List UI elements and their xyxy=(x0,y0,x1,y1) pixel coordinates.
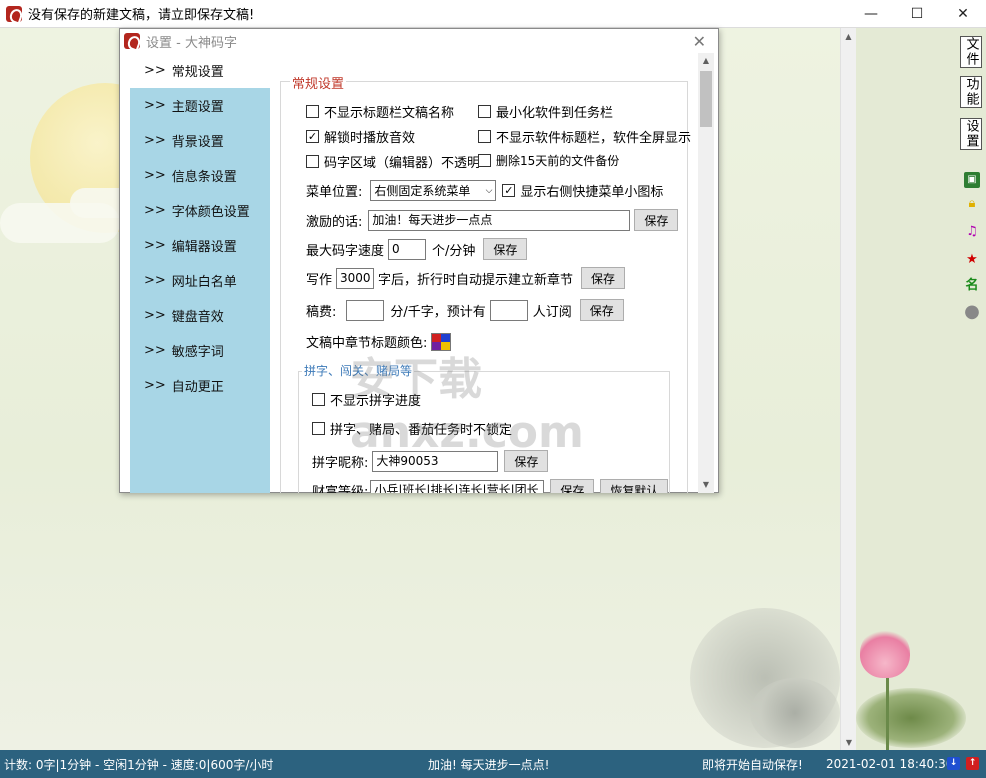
nav-item-url-whitelist[interactable]: >> 网址白名单 xyxy=(130,263,270,298)
option-hide-title-name[interactable]: 不显示标题栏文稿名称 xyxy=(306,102,454,121)
name-icon[interactable]: 名 xyxy=(964,278,980,294)
lock-icon[interactable]: 🔒︎ xyxy=(964,196,980,212)
motto-status: 加油! 每天进步一点点! xyxy=(428,757,550,772)
save-icon[interactable]: ▣ xyxy=(964,172,980,188)
scroll-up-icon[interactable]: ▲ xyxy=(698,53,714,69)
ink-painting-decoration xyxy=(750,678,840,748)
nav-item-editor[interactable]: >> 编辑器设置 xyxy=(130,228,270,263)
status-bar: 计数: 0字|1分钟 - 空闲1分钟 - 速度:0|600字/小时 加油! 每天… xyxy=(0,750,986,778)
settings-dialog: 设置 - 大神码字 ✕ >> 常规设置 >> 主题设置 >> 背景设置 >> 信息条设置… xyxy=(119,28,719,493)
maximize-button[interactable]: ☐ xyxy=(894,0,940,28)
word-count-status: 计数: 0字|1分钟 - 空闲1分钟 - 速度:0|600字/小时 xyxy=(4,757,274,772)
motto-input[interactable]: 加油！每天进步一点点 xyxy=(368,209,631,231)
fee-input[interactable] xyxy=(346,299,385,321)
option-minimize-tray[interactable]: 最小化软件到任务栏 xyxy=(478,102,613,121)
file-tab[interactable]: 文件 xyxy=(960,36,982,68)
rank-save-button[interactable]: 保存 xyxy=(550,479,595,493)
datetime-status: 2021-02-01 18:40:30 xyxy=(826,757,954,771)
lightbulb-icon[interactable]: ● xyxy=(964,303,980,321)
checkbox-checked[interactable]: ✓ xyxy=(306,130,319,143)
nav-item-sensitive-words[interactable]: >> 敏感字词 xyxy=(130,333,270,368)
chapter-save-button[interactable]: 保存 xyxy=(581,267,626,289)
right-toolbar: 文件 功能 设置 ▣ 🔒︎ ♫ ★ 名 ● xyxy=(856,28,986,758)
nav-item-font-color[interactable]: >> 字体颜色设置 xyxy=(130,193,270,228)
nickname-save-button[interactable]: 保存 xyxy=(504,450,549,472)
nav-item-theme[interactable]: >> 主题设置 xyxy=(130,88,270,123)
subscribers-input[interactable] xyxy=(489,299,528,321)
option-unlock-sound[interactable]: ✓ 解锁时播放音效 xyxy=(306,127,415,146)
close-button[interactable]: ✕ xyxy=(940,0,986,28)
scroll-down-icon[interactable]: ▼ xyxy=(698,477,714,493)
fee-row: 稿费: 分/千字，预计有 人订阅 保存 xyxy=(306,299,624,321)
dialog-title: 设置 - 大神码字 xyxy=(146,35,237,51)
lotus-flower-decoration xyxy=(860,628,910,678)
motto-row: 激励的话: 加油！每天进步一点点 保存 xyxy=(306,209,679,231)
chapter-color-row: 文稿中章节标题颜色: xyxy=(306,332,452,351)
music-icon[interactable]: ♫ xyxy=(964,224,980,240)
chapter-row: 写作 3000 字后，折行时自动提示建立新章节 保存 xyxy=(306,267,626,289)
settings-tab[interactable]: 设置 xyxy=(960,118,982,150)
settings-content: 常规设置 不显示标题栏文稿名称 最小化软件到任务栏 ✓ 解锁时播放音效 不显示软件… xyxy=(270,53,715,493)
menu-position-row: 菜单位置: 右侧固定系统菜单 ⌵ ✓ 显示右侧快捷菜单小图标 xyxy=(306,180,663,201)
option-editor-opaque[interactable]: 码字区域（编辑器）不透明 xyxy=(306,152,480,171)
motto-save-button[interactable]: 保存 xyxy=(634,209,679,231)
dialog-logo-icon xyxy=(124,33,140,49)
dialog-titlebar: 设置 - 大神码字 xyxy=(120,29,718,53)
checkbox-checked[interactable]: ✓ xyxy=(502,184,516,197)
app-logo-icon xyxy=(6,5,22,22)
dialog-scrollbar[interactable]: ▲ ▼ xyxy=(698,53,714,493)
minimize-button[interactable]: — xyxy=(848,0,894,28)
checkbox-unchecked[interactable] xyxy=(306,105,319,118)
chapter-length-input[interactable]: 3000 xyxy=(336,267,375,289)
scroll-down-icon[interactable]: ▼ xyxy=(841,734,857,750)
checkbox-unchecked[interactable] xyxy=(478,154,491,167)
checkbox-unchecked[interactable] xyxy=(306,155,319,168)
checkbox-unchecked[interactable] xyxy=(478,130,491,143)
nav-item-background[interactable]: >> 背景设置 xyxy=(130,123,270,158)
nav-item-keyboard-sound[interactable]: >> 键盘音效 xyxy=(130,298,270,333)
function-tab[interactable]: 功能 xyxy=(960,76,982,108)
scroll-thumb[interactable] xyxy=(700,71,712,127)
nav-item-infobar[interactable]: >> 信息条设置 xyxy=(130,158,270,193)
scroll-up-icon[interactable]: ▲ xyxy=(841,28,856,44)
nickname-row: 拼字昵称: 大神90053 保存 xyxy=(312,450,549,472)
max-speed-save-button[interactable]: 保存 xyxy=(483,238,528,260)
rank-reset-button[interactable]: 恢复默认 xyxy=(600,479,669,493)
option-no-lock[interactable]: 拼字、赌局、番茄任务时不锁定 xyxy=(312,419,512,438)
nickname-input[interactable]: 大神90053 xyxy=(372,450,499,472)
game-group-title: 拼字、闯关、赌局等 xyxy=(302,362,415,379)
settings-nav: >> 常规设置 >> 主题设置 >> 背景设置 >> 信息条设置 >> 字体颜色设置 >>… xyxy=(130,53,270,493)
checkbox-unchecked[interactable] xyxy=(478,105,491,118)
nav-item-general[interactable]: >> 常规设置 xyxy=(130,53,270,88)
fee-save-button[interactable]: 保存 xyxy=(579,299,624,321)
rank-input[interactable]: 小兵|班长|排长|连长|营长|团长 xyxy=(370,479,545,493)
color-picker-icon[interactable] xyxy=(431,332,452,351)
arrow-down-icon[interactable]: ↓ xyxy=(947,757,960,770)
checkbox-unchecked[interactable] xyxy=(312,422,325,435)
editor-scrollbar[interactable]: ▲ ▼ xyxy=(840,28,856,750)
option-hide-titlebar[interactable]: 不显示软件标题栏，软件全屏显示 xyxy=(478,127,691,146)
chevron-down-icon: ⌵ xyxy=(485,185,493,196)
lotus-leaf-decoration xyxy=(856,688,966,748)
nav-item-autocorrect[interactable]: >> 自动更正 xyxy=(130,368,270,403)
option-hide-progress[interactable]: 不显示拼字进度 xyxy=(312,390,421,409)
checkbox-unchecked[interactable] xyxy=(312,393,325,406)
arrow-up-icon[interactable]: ↑ xyxy=(966,757,979,770)
max-speed-row: 最大码字速度 0 个/分钟 保存 xyxy=(306,238,528,260)
general-group-title: 常规设置 xyxy=(290,73,347,92)
max-speed-input[interactable]: 0 xyxy=(388,238,427,260)
menu-position-select[interactable]: 右侧固定系统菜单 ⌵ xyxy=(370,180,497,201)
option-delete-backup[interactable]: 删除15天前的文件备份 xyxy=(478,152,619,169)
rank-row: 财富等级: 小兵|班长|排长|连长|营长|团长 保存 恢复默认 xyxy=(312,479,669,493)
autosave-status: 即将开始自动保存! xyxy=(702,757,803,772)
star-icon[interactable]: ★ xyxy=(964,252,980,268)
dialog-close-button[interactable]: ✕ xyxy=(693,32,706,51)
lotus-stem-decoration xyxy=(886,678,889,758)
window-title: 没有保存的新建文稿，请立即保存文稿! xyxy=(28,8,255,23)
window-titlebar: 没有保存的新建文稿，请立即保存文稿! — ☐ ✕ xyxy=(0,0,986,28)
